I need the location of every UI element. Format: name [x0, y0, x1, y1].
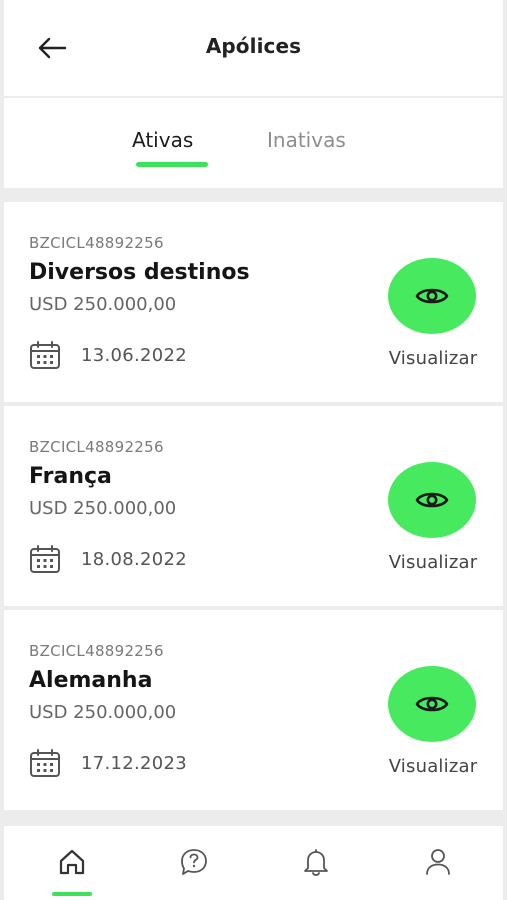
policy-card: BZCICL48892256 França USD 250.000,00 18.… [4, 406, 503, 606]
nav-help[interactable] [172, 844, 216, 880]
policy-date: 13.06.2022 [81, 344, 188, 366]
policy-card: BZCICL48892256 Diversos destinos USD 250… [4, 202, 503, 402]
policy-destination: Alemanha [29, 668, 153, 693]
calendar-icon [29, 544, 61, 574]
eye-icon [415, 696, 449, 712]
active-tab-indicator [136, 162, 208, 167]
policy-date-row: 18.08.2022 [29, 544, 187, 574]
nav-profile[interactable] [416, 844, 460, 880]
policy-destination: Diversos destinos [29, 260, 250, 285]
bottom-navigation [4, 826, 503, 900]
active-nav-indicator [52, 892, 92, 896]
view-policy-label[interactable]: Visualizar [378, 552, 488, 573]
policy-amount: USD 250.000,00 [29, 702, 177, 723]
nav-notifications[interactable] [294, 844, 338, 880]
view-policy-button[interactable] [388, 258, 476, 334]
tab-bar: Ativas Inativas [4, 98, 503, 188]
policy-date-row: 13.06.2022 [29, 340, 187, 370]
policy-date: 18.08.2022 [81, 548, 188, 570]
policy-code: BZCICL48892256 [29, 234, 164, 252]
view-policy-label[interactable]: Visualizar [378, 348, 488, 369]
eye-icon [415, 492, 449, 508]
user-icon [426, 849, 450, 875]
view-policy-button[interactable] [388, 666, 476, 742]
calendar-icon [29, 748, 61, 778]
app-header: Apólices [4, 0, 503, 96]
calendar-icon [29, 340, 61, 370]
policy-date: 17.12.2023 [81, 752, 188, 774]
bell-icon [304, 849, 328, 876]
eye-icon [415, 288, 449, 304]
policy-amount: USD 250.000,00 [29, 498, 177, 519]
policy-code: BZCICL48892256 [29, 438, 164, 456]
policy-card: BZCICL48892256 Alemanha USD 250.000,00 1… [4, 610, 503, 810]
page-title: Apólices [205, 34, 302, 58]
help-icon [181, 849, 207, 875]
nav-home[interactable] [50, 844, 94, 880]
tab-inactive-policies[interactable]: Inativas [267, 128, 346, 152]
policy-destination: França [29, 464, 112, 489]
policy-date-row: 17.12.2023 [29, 748, 187, 778]
policy-code: BZCICL48892256 [29, 642, 164, 660]
home-icon [59, 849, 85, 875]
policy-amount: USD 250.000,00 [29, 294, 177, 315]
view-policy-label[interactable]: Visualizar [378, 756, 488, 777]
view-policy-button[interactable] [388, 462, 476, 538]
tab-active-policies[interactable]: Ativas [132, 128, 193, 152]
